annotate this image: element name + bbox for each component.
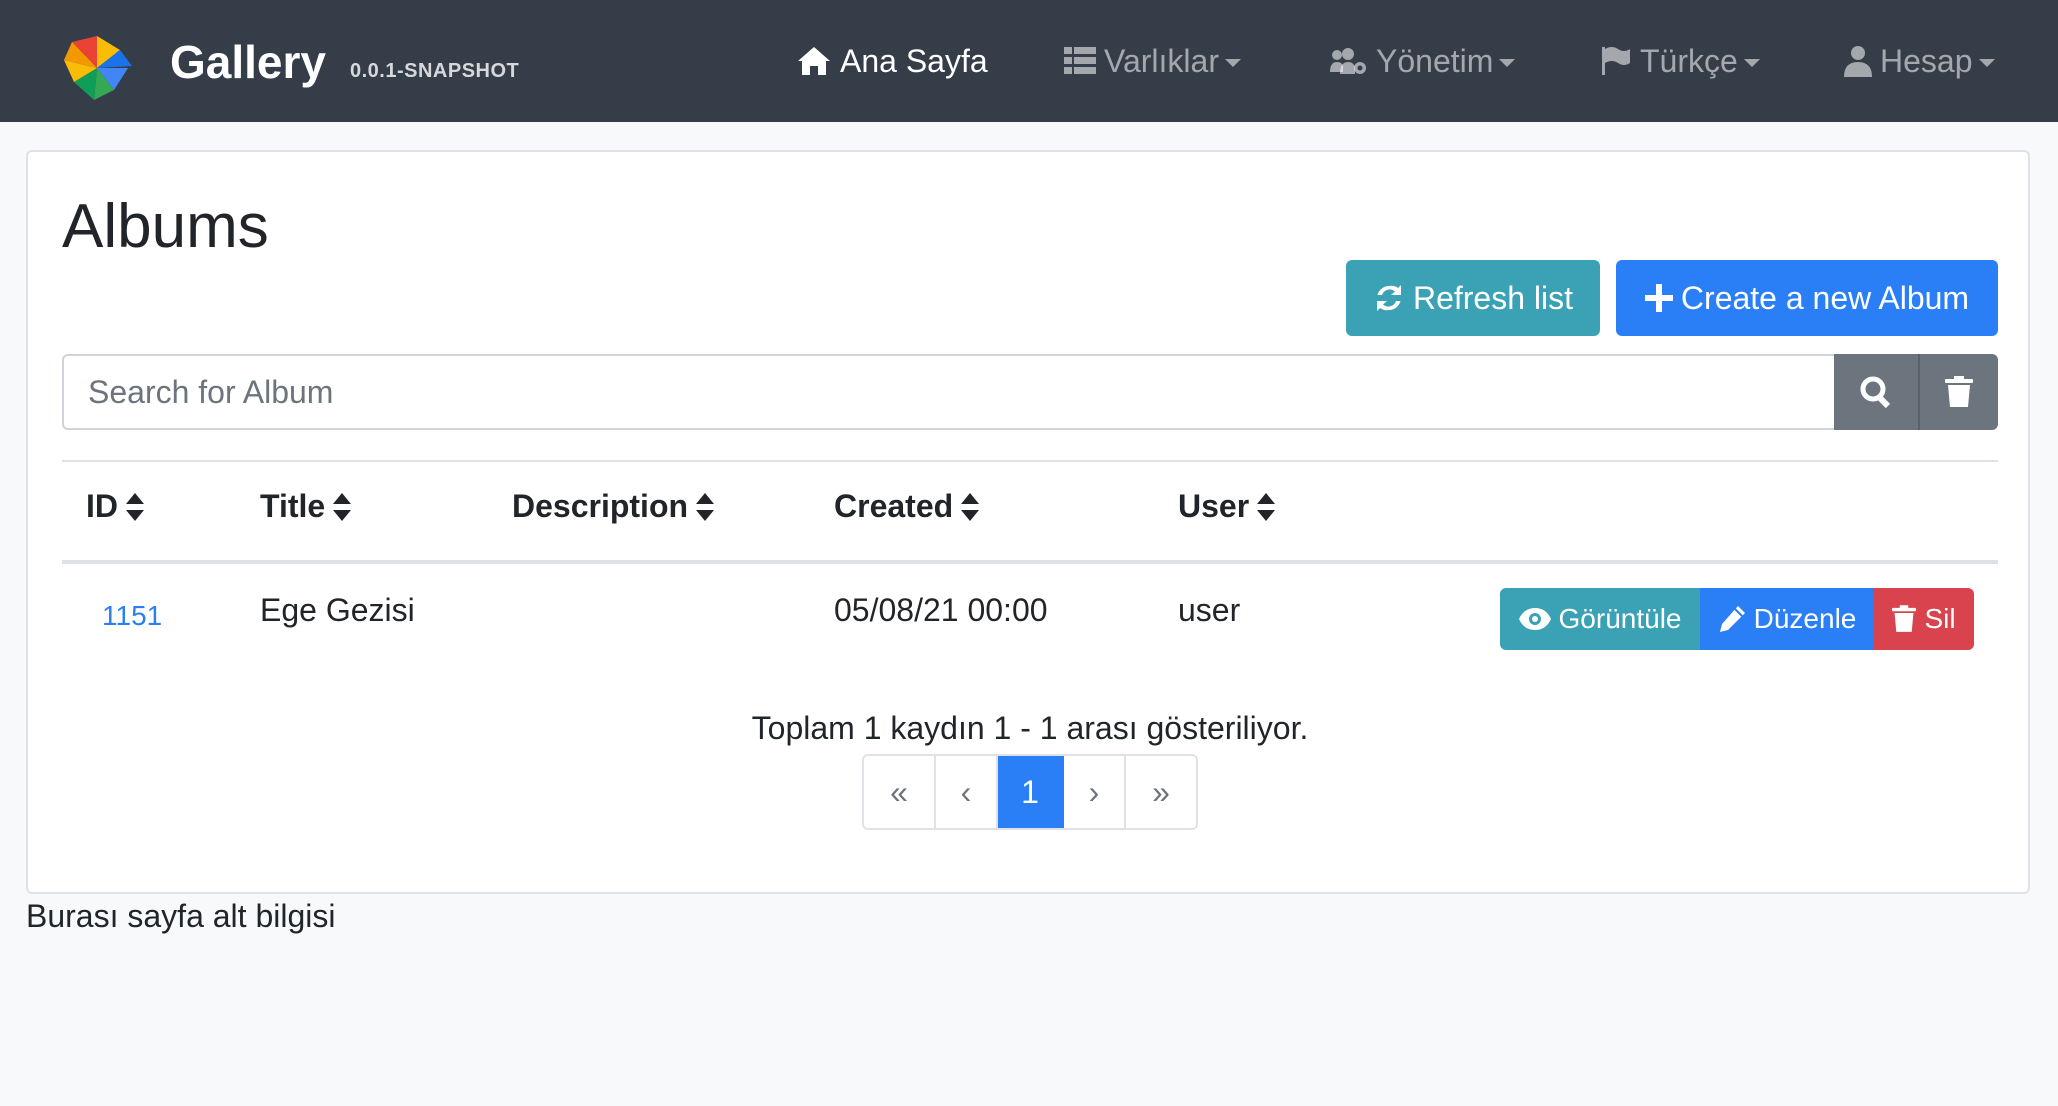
nav-language-label: Türkçe	[1640, 42, 1738, 79]
column-header-id[interactable]: ID	[86, 488, 144, 525]
trash-icon	[1945, 376, 1973, 407]
users-cog-icon	[1330, 48, 1366, 74]
page-title: Albums	[62, 192, 269, 261]
edit-button-label: Düzenle	[1753, 603, 1857, 634]
top-navbar: Gallery 0.0.1-SNAPSHOT Ana Sayfa Varlıkl…	[0, 0, 2058, 122]
sync-icon	[1376, 285, 1401, 311]
nav-language[interactable]: Türkçe	[1600, 38, 1760, 84]
current-page-button[interactable]: 1	[998, 756, 1064, 828]
chevron-down-icon	[1978, 59, 1995, 67]
pagination: « ‹ 1 › »	[862, 754, 1198, 830]
next-page-button[interactable]: ›	[1064, 756, 1126, 828]
refresh-list-button[interactable]: Refresh list	[1346, 260, 1600, 336]
nav-account[interactable]: Hesap	[1844, 38, 1995, 84]
chevron-down-icon	[1499, 59, 1516, 67]
column-header-created-label: Created	[834, 488, 954, 524]
refresh-list-label: Refresh list	[1412, 279, 1574, 316]
column-header-id-label: ID	[86, 488, 118, 524]
gallery-logo-icon[interactable]	[58, 30, 136, 106]
pencil-icon	[1719, 606, 1745, 632]
view-button-label: Görüntüle	[1558, 603, 1682, 634]
album-title: Ege Gezisi	[260, 592, 415, 628]
column-header-user[interactable]: User	[1178, 488, 1276, 525]
brand-title[interactable]: Gallery	[170, 34, 326, 90]
sort-icon	[333, 492, 352, 521]
first-page-button[interactable]: «	[864, 756, 936, 828]
table-header-divider	[62, 560, 1998, 564]
sort-icon	[126, 492, 144, 521]
nav-account-label: Hesap	[1880, 42, 1973, 79]
create-album-label: Create a new Album	[1680, 279, 1970, 316]
column-header-description-label: Description	[512, 488, 689, 524]
sort-icon	[961, 492, 980, 521]
plus-icon	[1644, 284, 1673, 312]
home-icon	[798, 47, 830, 75]
list-icon	[1064, 47, 1096, 74]
nav-home-label: Ana Sayfa	[840, 42, 988, 79]
nav-entities-label: Varlıklar	[1104, 42, 1219, 79]
sort-icon	[696, 492, 715, 521]
column-header-title[interactable]: Title	[260, 488, 352, 525]
search-icon	[1860, 376, 1891, 409]
eye-icon	[1518, 608, 1551, 630]
view-button[interactable]: Görüntüle	[1500, 588, 1700, 650]
chevron-down-icon	[1224, 59, 1241, 67]
nav-admin[interactable]: Yönetim	[1328, 38, 1516, 84]
search-button[interactable]	[1834, 354, 1918, 430]
sort-icon	[1257, 492, 1276, 521]
column-header-title-label: Title	[260, 488, 326, 524]
album-created: 05/08/21 00:00	[834, 592, 1048, 628]
page-footer: Burası sayfa alt bilgisi	[26, 898, 336, 934]
album-id-link[interactable]: 1151	[102, 600, 162, 632]
nav-admin-label: Yönetim	[1376, 42, 1494, 79]
albums-card: Albums Refresh list Create a new Album I…	[26, 150, 2030, 894]
column-header-description[interactable]: Description	[512, 488, 715, 525]
last-page-button[interactable]: »	[1126, 756, 1196, 828]
trash-icon	[1892, 605, 1917, 632]
brand-version: 0.0.1-SNAPSHOT	[350, 60, 520, 82]
nav-entities[interactable]: Varlıklar	[1064, 38, 1241, 84]
column-header-user-label: User	[1178, 488, 1250, 524]
delete-button[interactable]: Sil	[1874, 588, 1974, 650]
table-top-divider	[62, 460, 1998, 462]
column-header-created[interactable]: Created	[834, 488, 980, 525]
delete-button-label: Sil	[1924, 603, 1956, 634]
search-input[interactable]	[62, 354, 1836, 430]
flag-icon	[1602, 47, 1630, 75]
previous-page-button[interactable]: ‹	[936, 756, 998, 828]
album-user: user	[1178, 592, 1241, 628]
nav-home[interactable]: Ana Sayfa	[796, 38, 988, 84]
chevron-down-icon	[1743, 59, 1760, 67]
clear-search-button[interactable]	[1918, 354, 1998, 430]
edit-button[interactable]: Düzenle	[1700, 588, 1874, 650]
pagination-summary: Toplam 1 kaydın 1 - 1 arası gösteriliyor…	[751, 710, 1309, 746]
create-album-button[interactable]: Create a new Album	[1616, 260, 1998, 336]
user-icon	[1844, 46, 1872, 77]
